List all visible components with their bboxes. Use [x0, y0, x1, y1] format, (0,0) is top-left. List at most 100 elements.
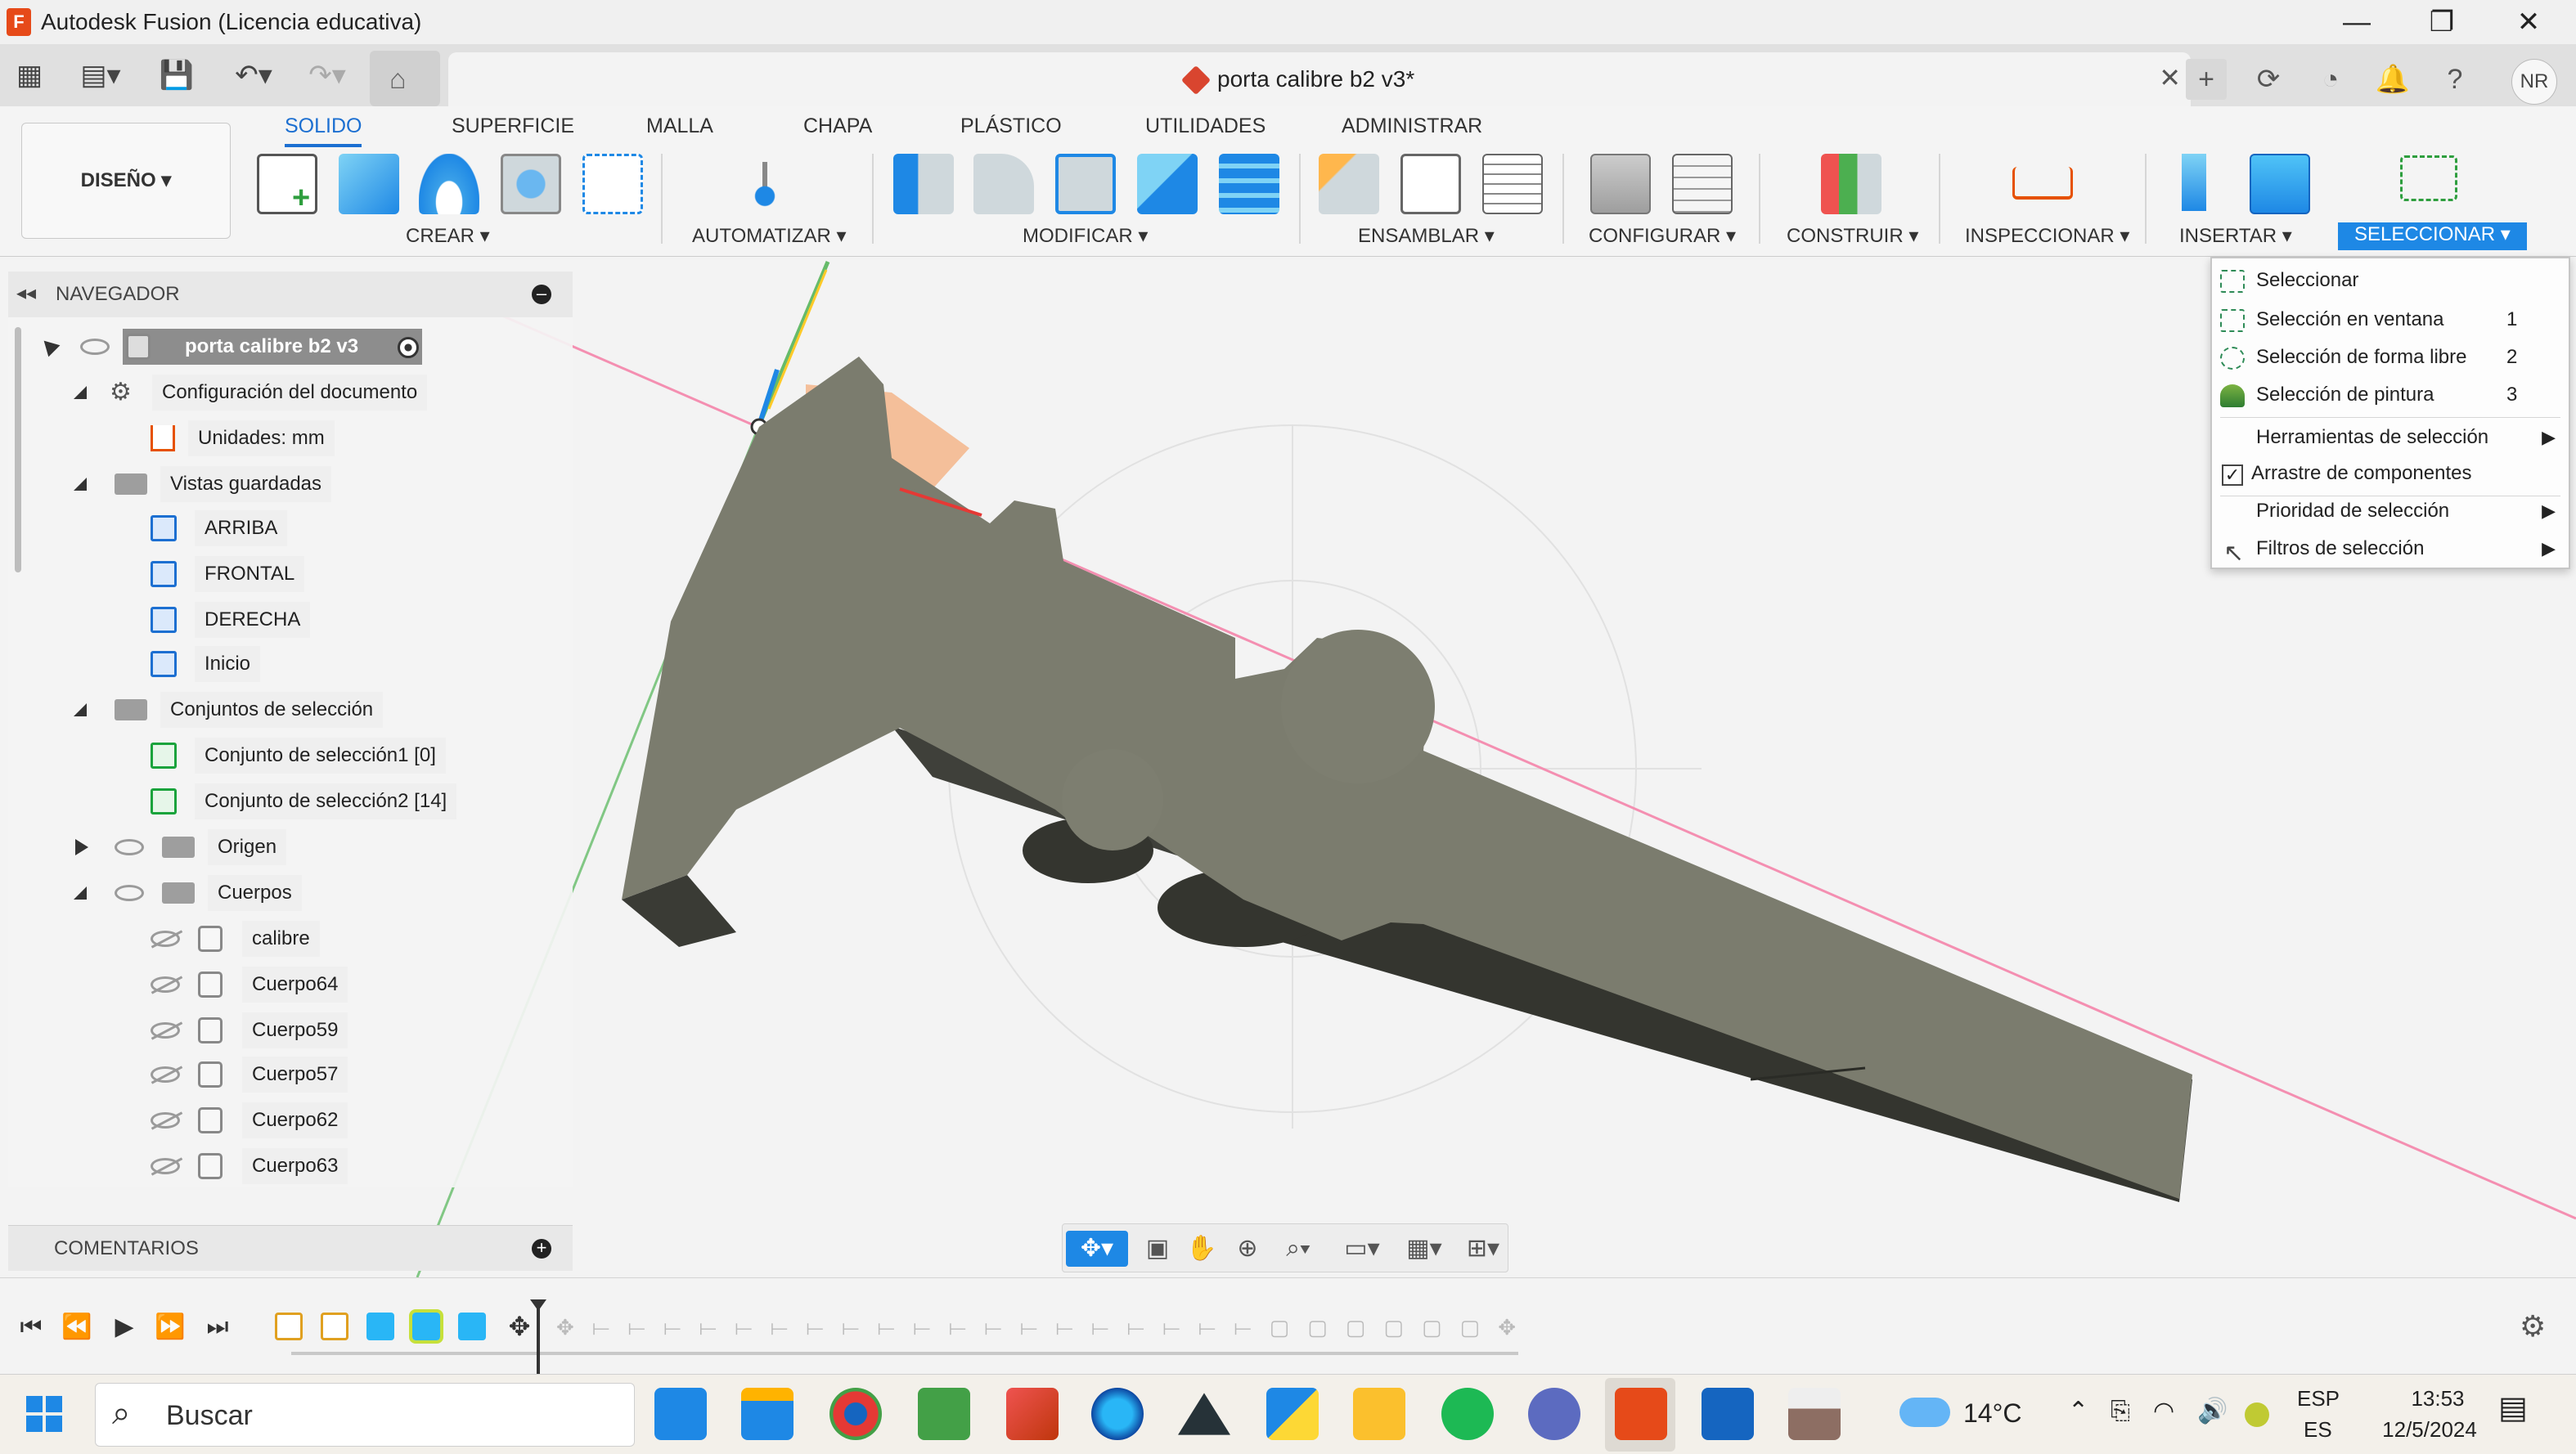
measure-icon[interactable] — [2012, 167, 2073, 200]
construct-plane-icon[interactable] — [1821, 154, 1881, 214]
menu-item-selection-tools[interactable]: Herramientas de selección ▶ — [2212, 419, 2569, 456]
weather-cloud-icon[interactable] — [1899, 1398, 1950, 1427]
hidden-eye-icon[interactable] — [151, 1022, 180, 1039]
tree-item-selection-set[interactable]: Conjunto de selección2 [14] — [147, 783, 491, 819]
revolve-icon[interactable] — [419, 154, 479, 214]
sketch-feature-icon[interactable] — [275, 1313, 303, 1340]
tree-item-body[interactable]: Cuerpo59 — [147, 1012, 376, 1048]
close-window-button[interactable]: ✕ — [2492, 3, 2565, 41]
user-avatar[interactable]: NR — [2511, 59, 2557, 105]
look-at-icon[interactable]: ▣ — [1140, 1231, 1176, 1267]
document-tab[interactable]: porta calibre b2 v3* ✕ — [448, 52, 2191, 108]
fillet-icon[interactable] — [973, 154, 1034, 214]
cube-app-icon[interactable] — [1006, 1388, 1059, 1440]
insert-canvas-icon[interactable] — [2250, 154, 2310, 214]
menu-item-window-select[interactable]: Selección en ventana 1 — [2212, 301, 2569, 339]
tree-item-body[interactable]: Cuerpo64 — [147, 967, 376, 1003]
step-back-icon[interactable]: ⏪ — [61, 1311, 93, 1344]
home-button[interactable]: ⌂ — [370, 51, 440, 106]
new-tab-icon[interactable]: + — [2186, 59, 2227, 100]
menu-item-select[interactable]: Seleccionar — [2212, 262, 2569, 299]
clock-date[interactable]: 12/5/2024 — [2364, 1417, 2495, 1442]
move-feature-icon[interactable]: ✥ — [506, 1313, 533, 1340]
tree-root[interactable]: porta calibre b2 v3 — [33, 329, 491, 365]
visibility-eye-icon[interactable] — [115, 885, 144, 901]
visibility-eye-icon[interactable] — [115, 839, 144, 855]
configurar-group-label[interactable]: CONFIGURAR ▾ — [1589, 224, 1736, 249]
timeline-settings-icon[interactable]: ⚙ — [2520, 1309, 2546, 1344]
hidden-eye-icon[interactable] — [151, 931, 180, 947]
hidden-eye-icon[interactable] — [151, 1158, 180, 1174]
tree-item-units[interactable]: Unidades: mm — [147, 420, 393, 456]
undo-icon[interactable]: ↶▾ — [221, 59, 286, 92]
status-dot-icon[interactable] — [2245, 1402, 2269, 1427]
restore-button[interactable]: ❐ — [2405, 3, 2479, 41]
tree-item-body[interactable]: Cuerpo63 — [147, 1148, 376, 1184]
tab-malla[interactable]: MALLA — [646, 111, 713, 141]
extrude-feature-icon[interactable] — [366, 1313, 394, 1340]
navigator-minimize-icon[interactable]: – — [532, 285, 551, 304]
tab-administrar[interactable]: ADMINISTRAR — [1342, 111, 1482, 141]
mail-app-icon[interactable] — [654, 1388, 707, 1440]
wifi-icon[interactable]: ◠ — [2153, 1399, 2174, 1424]
minimize-button[interactable]: — — [2320, 3, 2394, 41]
go-to-start-icon[interactable]: ⏮ — [15, 1311, 47, 1344]
activate-radio-icon[interactable] — [398, 337, 419, 358]
edge-app-icon[interactable] — [1091, 1388, 1144, 1440]
play-icon[interactable]: ▶ — [108, 1311, 141, 1344]
pattern-icon[interactable] — [582, 154, 643, 214]
inspeccionar-group-label[interactable]: INSPECCIONAR ▾ — [1965, 224, 2129, 249]
tab-utilidades[interactable]: UTILIDADES — [1145, 111, 1266, 141]
step-forward-icon[interactable]: ⏩ — [154, 1311, 187, 1344]
construir-group-label[interactable]: CONSTRUIR ▾ — [1787, 224, 1918, 249]
sketch-feature-icon[interactable] — [321, 1313, 348, 1340]
seleccionar-group-label[interactable]: SELECCIONAR ▾ — [2338, 222, 2527, 250]
bom-icon[interactable] — [1482, 154, 1543, 214]
snipping-app-icon[interactable] — [1788, 1388, 1841, 1440]
joint-icon[interactable] — [1400, 154, 1461, 214]
extrude-feature-icon[interactable] — [458, 1313, 486, 1340]
redo-icon[interactable]: ↷▾ — [294, 59, 360, 92]
menu-item-selection-priority[interactable]: Prioridad de selección ▶ — [2212, 492, 2569, 530]
tree-item-body[interactable]: Cuerpo62 — [147, 1102, 376, 1138]
expand-toggle-icon[interactable] — [74, 386, 87, 399]
python-app-icon[interactable] — [1266, 1388, 1319, 1440]
timeline-marker-head[interactable] — [530, 1299, 546, 1311]
green-app-icon[interactable] — [918, 1388, 970, 1440]
insertar-group-label[interactable]: INSERTAR ▾ — [2179, 224, 2292, 249]
expand-toggle-icon[interactable] — [74, 703, 87, 716]
suppressed-features[interactable]: ✥⟝⟝⟝⟝⟝⟝⟝⟝⟝⟝⟝⟝⟝⟝⟝⟝⟝⟝⟝▢▢▢▢▢▢✥▢ — [556, 1311, 1522, 1344]
menu-item-selection-filters[interactable]: ↖ Filtros de selección ▶ — [2212, 530, 2569, 568]
extrude-icon[interactable] — [339, 154, 399, 214]
extrude-feature-icon[interactable] — [409, 1309, 443, 1344]
menu-item-freeform-select[interactable]: Selección de forma libre 2 — [2212, 339, 2569, 376]
network-adapter-icon[interactable]: ⎘ — [2111, 1399, 2130, 1424]
tree-item-origin[interactable]: Origen — [65, 829, 311, 865]
modificar-group-label[interactable]: MODIFICAR ▾ — [1023, 224, 1148, 249]
insert-mcmaster-icon[interactable] — [2171, 154, 2232, 214]
weather-temp[interactable]: 14°C — [1963, 1400, 2022, 1426]
config-table-icon[interactable] — [1672, 154, 1733, 214]
tree-item-doc-settings[interactable]: ⚙ Configuración del documento — [65, 375, 491, 411]
ensamblar-group-label[interactable]: ENSAMBLAR ▾ — [1358, 224, 1495, 249]
job-status-icon[interactable]: ⟳ — [2248, 59, 2289, 100]
tab-chapa[interactable]: CHAPA — [803, 111, 872, 141]
checkbox-checked-icon[interactable]: ✓ — [2222, 464, 2243, 486]
combine-icon[interactable] — [1137, 154, 1198, 214]
pan-icon[interactable]: ✋ — [1184, 1231, 1220, 1267]
menu-item-component-drag[interactable]: ✓ Arrastre de componentes — [2212, 455, 2569, 492]
create-sketch-icon[interactable]: + — [257, 154, 317, 214]
expand-toggle-icon[interactable] — [74, 478, 87, 491]
hidden-eye-icon[interactable] — [151, 976, 180, 993]
hidden-eye-icon[interactable] — [151, 1066, 180, 1083]
go-to-end-icon[interactable]: ⏭ — [201, 1311, 234, 1344]
help-icon[interactable]: ? — [2434, 59, 2475, 100]
shell-icon[interactable] — [1055, 154, 1116, 214]
collapse-navigator-icon[interactable]: ◂◂ — [16, 281, 36, 305]
offset-face-icon[interactable] — [1219, 154, 1279, 214]
navigator-scrollbar[interactable] — [15, 327, 21, 572]
tree-item-bodies[interactable]: Cuerpos — [65, 875, 327, 911]
hole-icon[interactable] — [501, 154, 561, 214]
timeline-track[interactable] — [291, 1352, 1518, 1355]
menu-item-paint-select[interactable]: Selección de pintura 3 — [2212, 376, 2569, 414]
